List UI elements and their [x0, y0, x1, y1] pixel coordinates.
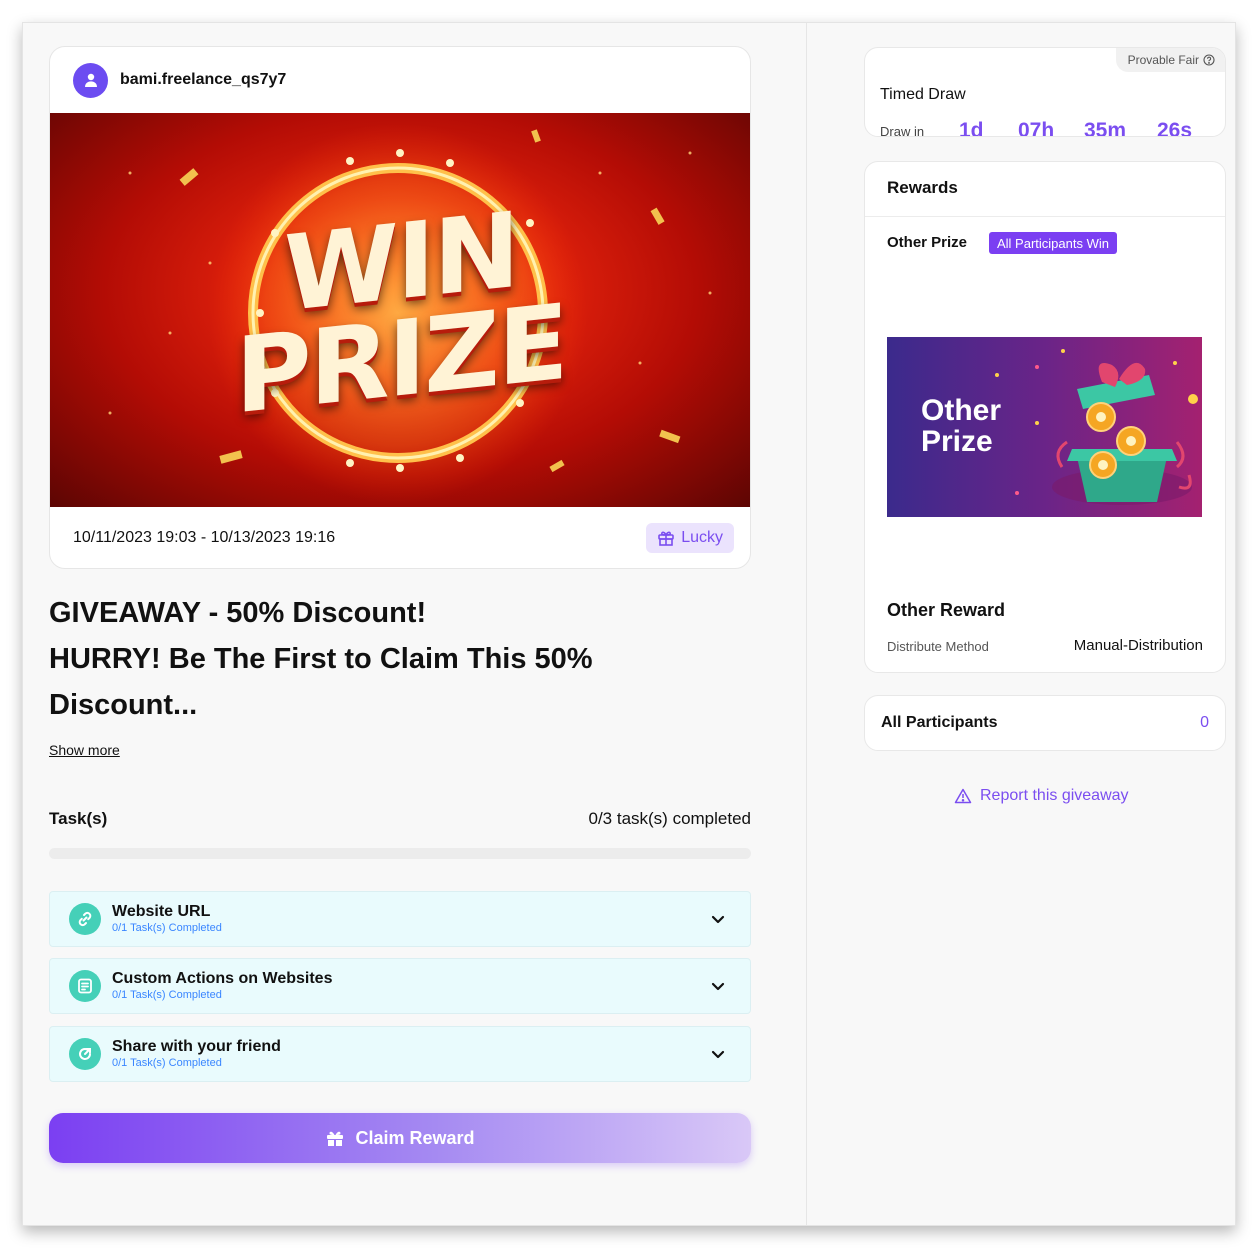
help-icon[interactable]: [1203, 54, 1215, 66]
user-avatar-icon[interactable]: [73, 62, 108, 98]
tasks-progress-bar: [49, 848, 751, 859]
participants-label: All Participants: [881, 714, 998, 731]
countdown-minutes: 35m: [1084, 119, 1127, 137]
rewards-card: Rewards Other Prize All Participants Win: [864, 161, 1226, 673]
task-custom-actions[interactable]: Custom Actions on Websites 0/1 Task(s) C…: [49, 958, 751, 1014]
provable-fair-label: Provable Fair: [1127, 53, 1199, 67]
timed-draw-label: Timed Draw: [880, 86, 966, 103]
task-website-url[interactable]: Website URL 0/1 Task(s) Completed: [49, 891, 751, 947]
timed-draw-card: Provable Fair Timed Draw Draw in 1d 07h …: [864, 47, 1226, 137]
gift-icon: [327, 1131, 344, 1146]
show-more-link[interactable]: Show more: [49, 742, 120, 758]
prize-image-line-2: Prize: [921, 425, 993, 458]
rewards-title: Rewards: [887, 178, 958, 197]
prize-image-text: Other Prize: [921, 395, 1001, 457]
chevron-down-icon[interactable]: [708, 976, 728, 996]
claim-reward-button[interactable]: Claim Reward: [49, 1113, 751, 1163]
task-status: 0/1 Task(s) Completed: [112, 922, 222, 934]
gift-icon: [658, 531, 675, 546]
task-title: Custom Actions on Websites: [112, 970, 333, 987]
report-label: Report this giveaway: [980, 787, 1129, 804]
prize-name: Other Prize: [887, 234, 968, 251]
form-icon: [69, 970, 101, 1002]
claim-reward-label: Claim Reward: [355, 1127, 475, 1148]
giveaway-banner-image: WIN PRIZE: [50, 113, 750, 507]
tasks-title: Task(s): [49, 809, 108, 828]
participants-count: 0: [1200, 714, 1209, 731]
chevron-down-icon[interactable]: [708, 909, 728, 929]
task-title: Website URL: [112, 903, 211, 920]
report-giveaway-link[interactable]: Report this giveaway: [954, 787, 1129, 805]
title-line: GIVEAWAY - 50% Discount!: [49, 597, 427, 629]
countdown-seconds: 26s: [1157, 119, 1193, 137]
countdown-days: 1d: [959, 119, 984, 137]
lucky-badge: Lucky: [646, 523, 734, 553]
countdown-hours: 07h: [1018, 119, 1055, 137]
prize-image-line-1: Other: [921, 394, 1002, 427]
app-frame: bami.freelance_qs7y7 WIN PRIZE 10/11/202…: [22, 22, 1236, 1226]
task-share-friend[interactable]: Share with your friend 0/1 Task(s) Compl…: [49, 1026, 751, 1082]
date-range: 10/11/2023 19:03 - 10/13/2023 19:16: [73, 529, 336, 546]
warning-icon: [954, 788, 972, 804]
title-line: Discount...: [49, 689, 198, 721]
tasks-progress-text: 0/3 task(s) completed: [588, 809, 751, 828]
title-line: HURRY! Be The First to Claim This 50%: [49, 643, 593, 675]
all-participants-card[interactable]: All Participants 0: [864, 695, 1226, 751]
distribute-method-value: Manual-Distribution: [1073, 637, 1203, 654]
chevron-down-icon[interactable]: [708, 1044, 728, 1064]
task-status: 0/1 Task(s) Completed: [112, 1057, 222, 1069]
post-header: bami.freelance_qs7y7: [50, 47, 750, 113]
share-icon: [69, 1038, 101, 1070]
task-title: Share with your friend: [112, 1038, 281, 1055]
distribute-method-label: Distribute Method: [887, 639, 989, 654]
post-footer: 10/11/2023 19:03 - 10/13/2023 19:16 Luck…: [50, 507, 750, 568]
provable-fair-badge[interactable]: Provable Fair: [1115, 48, 1225, 72]
tasks-header: Task(s) 0/3 task(s) completed: [49, 809, 751, 829]
reward-name: Other Reward: [887, 600, 1006, 620]
draw-in-label: Draw in: [880, 124, 925, 137]
giveaway-post-card: bami.freelance_qs7y7 WIN PRIZE 10/11/202…: [49, 46, 751, 569]
other-prize-image: Other Prize: [887, 337, 1202, 517]
all-participants-win-tag: All Participants Win: [989, 232, 1117, 254]
task-status: 0/1 Task(s) Completed: [112, 989, 222, 1001]
username[interactable]: bami.freelance_qs7y7: [120, 71, 286, 89]
rewards-divider: [865, 216, 1225, 217]
column-divider: [806, 23, 807, 1225]
giveaway-title: GIVEAWAY - 50% Discount! HURRY! Be The F…: [49, 590, 749, 728]
link-icon: [69, 903, 101, 935]
lucky-badge-label: Lucky: [681, 529, 723, 546]
